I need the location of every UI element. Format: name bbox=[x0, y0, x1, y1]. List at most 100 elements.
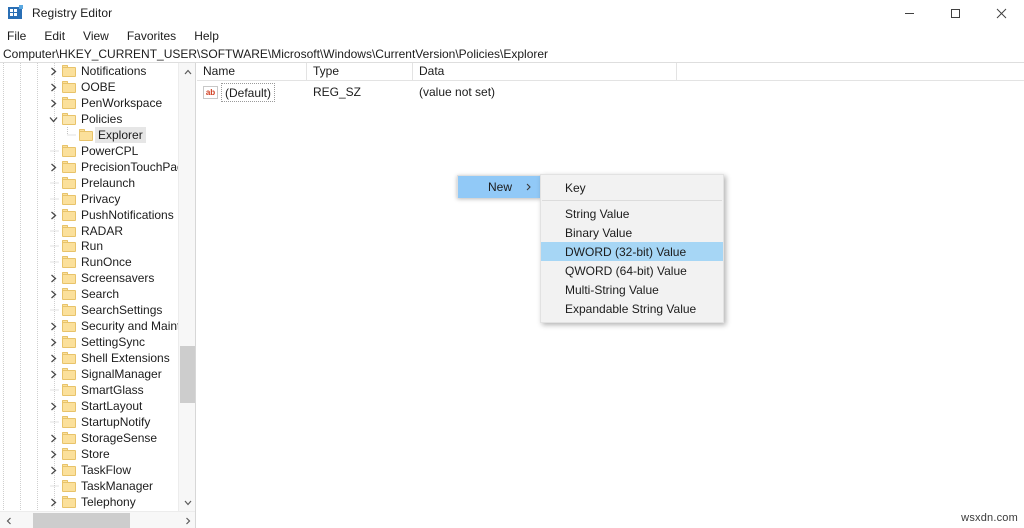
tree-item-powercpl[interactable]: PowerCPL bbox=[0, 143, 179, 159]
tree-item-smartglass[interactable]: SmartGlass bbox=[0, 382, 179, 398]
tree-item-startlayout[interactable]: StartLayout bbox=[0, 398, 179, 414]
tree-item-label: OOBE bbox=[81, 80, 116, 94]
close-button[interactable] bbox=[978, 0, 1024, 26]
menu-help[interactable]: Help bbox=[185, 27, 228, 45]
chevron-right-icon[interactable] bbox=[45, 350, 61, 366]
chevron-right-icon[interactable] bbox=[45, 318, 61, 334]
tree-item-store[interactable]: Store bbox=[0, 446, 179, 462]
tree-item-label: SearchSettings bbox=[81, 303, 163, 317]
tree-item-runonce[interactable]: RunOnce bbox=[0, 254, 179, 270]
chevron-right-icon[interactable] bbox=[45, 446, 61, 462]
maximize-button[interactable] bbox=[932, 0, 978, 26]
tree-item-explorer[interactable]: Explorer bbox=[0, 127, 179, 143]
new-submenu: Key String Value Binary Value DWORD (32-… bbox=[540, 174, 724, 323]
chevron-right-icon[interactable] bbox=[45, 95, 61, 111]
menu-favorites[interactable]: Favorites bbox=[118, 27, 185, 45]
chevron-right-icon[interactable] bbox=[45, 207, 61, 223]
scroll-right-icon[interactable] bbox=[179, 512, 195, 528]
submenu-item-multi-string-value[interactable]: Multi-String Value bbox=[541, 280, 723, 299]
tree-item-label: StartLayout bbox=[81, 399, 143, 413]
tree-item-precisiontouchpad[interactable]: PrecisionTouchPad bbox=[0, 159, 179, 175]
tree-item-pushnotifications[interactable]: PushNotifications bbox=[0, 207, 179, 223]
tree-item-taskflow[interactable]: TaskFlow bbox=[0, 462, 179, 478]
chevron-down-icon[interactable] bbox=[45, 111, 61, 127]
chevron-right-icon[interactable] bbox=[45, 270, 61, 286]
folder-icon bbox=[62, 336, 76, 348]
column-header-type[interactable]: Type bbox=[307, 63, 413, 80]
table-row[interactable]: ab (Default) REG_SZ (value not set) bbox=[197, 83, 1024, 102]
folder-icon bbox=[62, 272, 76, 284]
tree-item-taskmanager[interactable]: TaskManager bbox=[0, 478, 179, 494]
chevron-right-icon[interactable] bbox=[45, 366, 61, 382]
registry-editor-icon bbox=[8, 5, 24, 21]
submenu-item-dword-value[interactable]: DWORD (32-bit) Value bbox=[541, 242, 723, 261]
chevron-right-icon[interactable] bbox=[45, 159, 61, 175]
tree-item-shell-extensions[interactable]: Shell Extensions bbox=[0, 350, 179, 366]
folder-icon bbox=[62, 209, 76, 221]
tree-item-searchsettings[interactable]: SearchSettings bbox=[0, 302, 179, 318]
folder-icon bbox=[62, 145, 76, 157]
tree-item-oobe[interactable]: OOBE bbox=[0, 79, 179, 95]
registry-path: Computer\HKEY_CURRENT_USER\SOFTWARE\Micr… bbox=[3, 47, 549, 61]
tree-item-policies[interactable]: Policies bbox=[0, 111, 179, 127]
chevron-right-icon[interactable] bbox=[45, 63, 61, 79]
tree-item-label: Prelaunch bbox=[81, 176, 136, 190]
tree-connector bbox=[49, 382, 61, 398]
tree-item-screensavers[interactable]: Screensavers bbox=[0, 270, 179, 286]
submenu-item-key[interactable]: Key bbox=[541, 178, 723, 197]
tree-item-label: Shell Extensions bbox=[81, 351, 170, 365]
chevron-right-icon[interactable] bbox=[45, 398, 61, 414]
tree-item-startupnotify[interactable]: StartupNotify bbox=[0, 414, 179, 430]
scroll-up-icon[interactable] bbox=[179, 63, 195, 80]
chevron-right-icon[interactable] bbox=[45, 334, 61, 350]
chevron-right-icon[interactable] bbox=[45, 494, 61, 510]
tree-item-security-and-maint[interactable]: Security and Maint bbox=[0, 318, 179, 334]
scroll-left-icon[interactable] bbox=[0, 512, 17, 528]
address-bar[interactable]: Computer\HKEY_CURRENT_USER\SOFTWARE\Micr… bbox=[0, 46, 1024, 63]
column-header-data[interactable]: Data bbox=[413, 63, 677, 80]
tree-item-prelaunch[interactable]: Prelaunch bbox=[0, 175, 179, 191]
tree-item-radar[interactable]: RADAR bbox=[0, 223, 179, 239]
tree-connector bbox=[49, 238, 61, 254]
tree-scroll-thumb[interactable] bbox=[180, 346, 195, 403]
tree-item-search[interactable]: Search bbox=[0, 286, 179, 302]
chevron-right-icon[interactable] bbox=[45, 430, 61, 446]
tree-connector bbox=[66, 127, 78, 143]
tree-item-settingsync[interactable]: SettingSync bbox=[0, 334, 179, 350]
tree-connector bbox=[49, 302, 61, 318]
tree-item-label: Policies bbox=[81, 112, 123, 126]
menu-file[interactable]: File bbox=[0, 27, 35, 45]
tree-item-storagesense[interactable]: StorageSense bbox=[0, 430, 179, 446]
folder-icon bbox=[62, 320, 76, 332]
chevron-right-icon[interactable] bbox=[45, 79, 61, 95]
submenu-item-string-value[interactable]: String Value bbox=[541, 204, 723, 223]
tree-item-label: PowerCPL bbox=[81, 144, 139, 158]
tree-item-telephony[interactable]: Telephony bbox=[0, 494, 179, 510]
submenu-item-expandable-string-value[interactable]: Expandable String Value bbox=[541, 299, 723, 318]
tree-item-run[interactable]: Run bbox=[0, 238, 179, 254]
tree-vertical-scrollbar[interactable] bbox=[178, 63, 195, 511]
minimize-button[interactable] bbox=[886, 0, 932, 26]
tree-item-signalmanager[interactable]: SignalManager bbox=[0, 366, 179, 382]
folder-icon bbox=[62, 288, 76, 300]
submenu-separator bbox=[542, 200, 722, 201]
submenu-item-binary-value[interactable]: Binary Value bbox=[541, 223, 723, 242]
menu-view[interactable]: View bbox=[74, 27, 118, 45]
tree-hscroll-thumb[interactable] bbox=[33, 513, 130, 528]
tree-connector bbox=[49, 175, 61, 191]
tree-item-penworkspace[interactable]: PenWorkspace bbox=[0, 95, 179, 111]
tree-item-privacy[interactable]: Privacy bbox=[0, 191, 179, 207]
chevron-right-icon[interactable] bbox=[45, 286, 61, 302]
tree-item-label: PushNotifications bbox=[81, 208, 174, 222]
context-menu-item-new[interactable]: New bbox=[458, 176, 540, 198]
chevron-right-icon[interactable] bbox=[45, 462, 61, 478]
tree-item-label: Explorer bbox=[95, 127, 146, 143]
submenu-item-qword-value[interactable]: QWORD (64-bit) Value bbox=[541, 261, 723, 280]
context-menu: New bbox=[457, 175, 541, 198]
tree-item-notifications[interactable]: Notifications bbox=[0, 63, 179, 79]
folder-icon bbox=[62, 225, 76, 237]
column-header-name[interactable]: Name bbox=[197, 63, 307, 80]
scroll-down-icon[interactable] bbox=[179, 494, 195, 511]
menu-edit[interactable]: Edit bbox=[35, 27, 74, 45]
tree-horizontal-scrollbar[interactable] bbox=[0, 511, 195, 528]
